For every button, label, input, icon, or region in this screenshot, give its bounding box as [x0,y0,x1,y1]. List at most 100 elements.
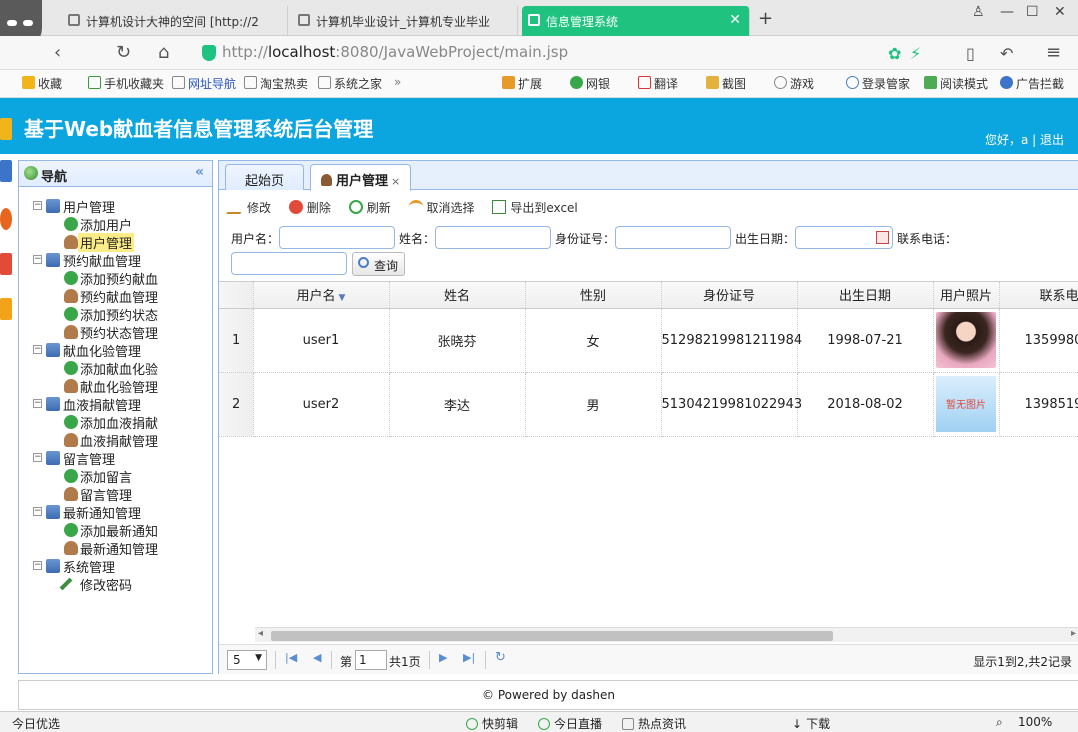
tree-group[interactable]: − 留言管理 [19,449,212,468]
prev-page-icon[interactable]: ◀ [313,651,321,664]
next-page-icon[interactable]: ▶ [439,651,447,664]
tree-item[interactable]: 添加最新通知 [19,521,212,540]
more-bookmarks-icon[interactable]: » [394,75,401,89]
tree-item[interactable]: 用户管理 [19,233,212,252]
tree-item[interactable]: 留言管理 [19,485,212,504]
collapse-toggle-icon[interactable]: − [33,255,42,264]
column-header[interactable]: 联系电 [999,282,1078,309]
browser-tab-2[interactable]: 计算机毕业设计_计算机专业毕业 [292,6,518,36]
birthday-input[interactable] [795,226,893,249]
skin-icon[interactable]: ♙ [972,4,985,20]
url-field[interactable]: http://localhost:8080/JavaWebProject/mai… [196,41,878,65]
tree-group[interactable]: − 最新通知管理 [19,503,212,522]
bookmark-item[interactable]: 翻译 [638,75,678,92]
bookmark-item[interactable]: 系统之家 [318,75,382,92]
status-item[interactable]: ↓ 下载 [792,715,830,732]
new-tab-icon[interactable]: + [758,8,773,29]
tree-group[interactable]: − 献血化验管理 [19,341,212,360]
sidebar-app-icon[interactable] [0,253,12,275]
home-icon[interactable]: ⌂ [158,42,169,63]
tree-group[interactable]: − 系统管理 [19,557,212,576]
search-button[interactable]: 查询 [352,252,405,276]
scroll-left-icon[interactable]: ◂ [258,628,263,639]
lightning-icon[interactable]: ⚡ [910,44,921,63]
tab-home[interactable]: 起始页 [225,164,304,190]
user-greeting-logout[interactable]: 您好，a | 退出 [985,131,1064,148]
unselect-button[interactable]: 取消选择 [408,199,475,216]
export-excel-button[interactable]: 导出到excel [492,199,578,216]
bookmark-item[interactable]: 淘宝热卖 [244,75,308,92]
collapse-toggle-icon[interactable]: − [33,201,42,210]
collapse-toggle-icon[interactable]: − [33,561,42,570]
bookmark-item[interactable]: 网址导航 [172,75,236,92]
column-header[interactable]: 出生日期 [797,282,934,309]
tree-item[interactable]: 添加血液捐献 [19,413,212,432]
tree-item[interactable]: 最新通知管理 [19,539,212,558]
table-row[interactable]: 1 user1 张晓芬 女 51298219981211984 1998-07-… [219,308,1078,373]
column-header[interactable]: 用户名 ▼ [253,282,390,309]
close-tab-icon[interactable]: ✕ [729,12,741,28]
column-header[interactable]: 姓名 [389,282,526,309]
status-item[interactable]: 热点资讯 [622,715,686,732]
tree-item[interactable]: 添加用户 [19,215,212,234]
bookmark-item[interactable]: 手机收藏夹 [88,75,164,92]
tree-item[interactable]: 预约献血管理 [19,287,212,306]
sidebar-app-icon[interactable] [0,160,12,182]
collapse-toggle-icon[interactable]: − [33,345,42,354]
tab-user-management[interactable]: 用户管理 × [310,164,412,191]
username-input[interactable] [279,226,395,249]
bookmark-item[interactable]: 广告拦截 [1000,75,1064,92]
ext-icon[interactable]: ✿ [888,44,901,63]
tree-item[interactable]: 血液捐献管理 [19,431,212,450]
bookmark-item[interactable]: 截图 [706,75,746,92]
tree-group[interactable]: − 用户管理 [19,197,212,216]
scrollbar-thumb[interactable] [271,631,833,641]
collapse-icon[interactable]: « [195,164,204,180]
status-item[interactable]: 快剪辑 [466,715,518,732]
close-window-icon[interactable]: ✕ [1054,4,1066,20]
tree-item[interactable]: 添加预约献血 [19,269,212,288]
delete-button[interactable]: 删除 [288,199,331,216]
bookmark-item[interactable]: 登录管家 [846,75,910,92]
browser-tab-active[interactable]: 信息管理系统 ✕ [522,6,750,36]
close-tab-icon[interactable]: × [391,175,400,188]
tree-item[interactable]: 预约状态管理 [19,323,212,342]
sidebar-app-icon[interactable] [0,298,12,320]
favorites-icon[interactable] [0,118,12,140]
tree-item[interactable]: 添加预约状态 [19,305,212,324]
refresh-button[interactable]: 刷新 [348,199,391,216]
column-header[interactable]: 用户照片 [933,282,1000,309]
bookmark-item[interactable]: 扩展 [502,75,542,92]
browser-tab-1[interactable]: 计算机设计大神的空间 [http://2 [62,6,288,36]
tree-item[interactable]: 添加留言 [19,467,212,486]
column-header[interactable]: 身份证号 [661,282,798,309]
zoom-level[interactable]: 100% [1018,715,1052,729]
bookmark-item[interactable]: 游戏 [774,75,814,92]
column-header[interactable]: 性别 [525,282,662,309]
status-item[interactable]: 今日直播 [538,715,602,732]
back-icon[interactable]: ‹ [54,42,61,63]
undo-icon[interactable]: ↶ [1000,44,1013,63]
reload-page-icon[interactable]: ↻ [495,650,506,665]
horizontal-scrollbar[interactable]: ◂ ▸ [255,627,1078,642]
idcard-input[interactable] [615,226,731,249]
collapse-toggle-icon[interactable]: − [33,507,42,516]
first-page-icon[interactable]: |◀ [285,651,297,664]
tree-item[interactable]: 添加献血化验 [19,359,212,378]
minimize-icon[interactable]: — [1000,4,1014,20]
collapse-toggle-icon[interactable]: − [33,453,42,462]
tree-group[interactable]: − 预约献血管理 [19,251,212,270]
collapse-toggle-icon[interactable]: − [33,399,42,408]
zoom-icon[interactable]: ⌕ [996,715,1003,730]
edit-button[interactable]: 修改 [226,199,271,216]
bookmark-item[interactable]: 网银 [570,75,610,92]
bookmark-item[interactable]: 阅读模式 [924,75,988,92]
scroll-right-icon[interactable]: ▸ [1071,628,1076,639]
name-input[interactable] [435,226,551,249]
reload-icon[interactable]: ↻ [116,42,131,63]
calendar-icon[interactable] [876,231,889,244]
tree-group[interactable]: − 血液捐献管理 [19,395,212,414]
page-number-input[interactable]: 1 [355,650,387,670]
weibo-icon[interactable] [0,208,12,230]
status-left[interactable]: 今日优选 [12,715,60,732]
